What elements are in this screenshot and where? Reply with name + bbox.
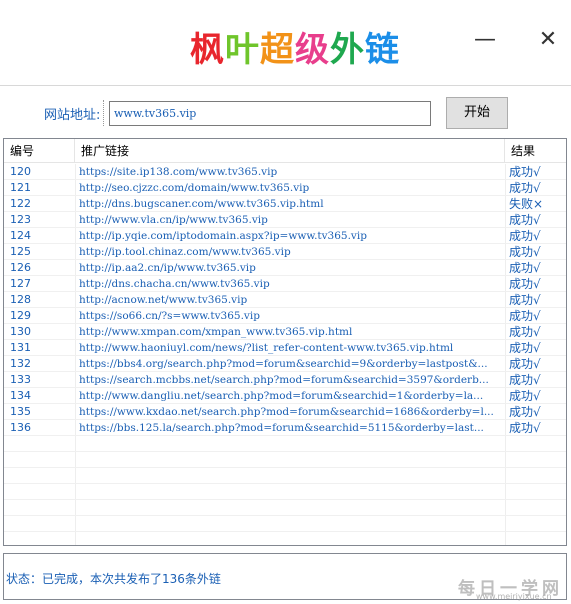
row-id: 131 bbox=[10, 341, 31, 354]
watermark-logo: 每日一学网 www.meiriyixue.cn bbox=[458, 574, 568, 601]
row-result: 成功√ bbox=[509, 309, 541, 323]
table-row[interactable]: 136 https://bbs.125.la/search.php?mod=for… bbox=[4, 420, 566, 436]
table-row[interactable]: 132 https://bbs4.org/search.php?mod=forum… bbox=[4, 356, 566, 372]
row-id: 122 bbox=[10, 197, 31, 210]
row-link: http://dns.bugscaner.com/www.tv365.vip.h… bbox=[79, 198, 324, 210]
row-link: https://www.kxdao.net/search.php?mod=for… bbox=[79, 406, 494, 418]
row-id: 120 bbox=[10, 165, 31, 178]
row-link: https://site.ip138.com/www.tv365.vip bbox=[79, 166, 278, 178]
row-id: 124 bbox=[10, 229, 31, 242]
row-id: 129 bbox=[10, 309, 31, 322]
row-id: 134 bbox=[10, 389, 31, 402]
app-title-char: 超 bbox=[260, 30, 295, 70]
row-id: 123 bbox=[10, 213, 31, 226]
empty-row bbox=[4, 436, 566, 452]
row-link: http://ip.yqie.com/iptodomain.aspx?ip=ww… bbox=[79, 230, 367, 242]
empty-row bbox=[4, 484, 566, 500]
table-row[interactable]: 127 http://dns.chacha.cn/www.tv365.vip 成功√ bbox=[4, 276, 566, 292]
table-row[interactable]: 125 http://ip.tool.chinaz.com/www.tv365.v… bbox=[4, 244, 566, 260]
row-link: http://dns.chacha.cn/www.tv365.vip bbox=[79, 278, 270, 290]
row-id: 136 bbox=[10, 421, 31, 434]
table-row[interactable]: 131 http://www.haoniuyl.com/news/?list_re… bbox=[4, 340, 566, 356]
empty-row bbox=[4, 516, 566, 532]
url-input[interactable] bbox=[109, 101, 431, 126]
watermark-url: www.meiriyixue.cn bbox=[476, 592, 552, 601]
app-title-char: 级 bbox=[295, 30, 330, 70]
row-result: 失败× bbox=[509, 197, 544, 211]
row-link: https://so66.cn/?s=www.tv365.vip bbox=[79, 310, 260, 322]
table-row[interactable]: 123 http://www.vla.cn/ip/www.tv365.vip 成功√ bbox=[4, 212, 566, 228]
table-row[interactable]: 126 http://ip.aa2.cn/ip/www.tv365.vip 成功√ bbox=[4, 260, 566, 276]
table-body: 120 https://site.ip138.com/www.tv365.vip 成… bbox=[4, 164, 566, 532]
row-result: 成功√ bbox=[509, 389, 541, 403]
row-link: https://search.mcbbs.net/search.php?mod=… bbox=[79, 374, 489, 386]
table-row[interactable]: 133 https://search.mcbbs.net/search.php?m… bbox=[4, 372, 566, 388]
row-link: http://www.xmpan.com/xmpan_www.tv365.vip… bbox=[79, 326, 353, 338]
row-result: 成功√ bbox=[509, 293, 541, 307]
row-link: http://ip.tool.chinaz.com/www.tv365.vip bbox=[79, 246, 291, 258]
row-id: 125 bbox=[10, 245, 31, 258]
app-title-char: 链 bbox=[365, 30, 400, 70]
row-link: http://www.haoniuyl.com/news/?list_refer… bbox=[79, 342, 454, 354]
row-id: 133 bbox=[10, 373, 31, 386]
row-result: 成功√ bbox=[509, 405, 541, 419]
table-row[interactable]: 135 https://www.kxdao.net/search.php?mod=… bbox=[4, 404, 566, 420]
row-id: 128 bbox=[10, 293, 31, 306]
row-result: 成功√ bbox=[509, 245, 541, 259]
empty-row bbox=[4, 500, 566, 516]
table-row[interactable]: 124 http://ip.yqie.com/iptodomain.aspx?ip… bbox=[4, 228, 566, 244]
app-title: 枫叶超级外链 bbox=[190, 22, 400, 71]
row-result: 成功√ bbox=[509, 341, 541, 355]
row-id: 126 bbox=[10, 261, 31, 274]
column-header-id[interactable]: 编号 bbox=[4, 139, 75, 163]
status-text: 状态：已完成，本次共发布了136条外链 bbox=[6, 572, 221, 586]
row-link: http://acnow.net/www.tv365.vip bbox=[79, 294, 248, 306]
table-row[interactable]: 134 http://www.dangliu.net/search.php?mod… bbox=[4, 388, 566, 404]
row-result: 成功√ bbox=[509, 229, 541, 243]
row-id: 121 bbox=[10, 181, 31, 194]
empty-row bbox=[4, 468, 566, 484]
row-link: https://bbs4.org/search.php?mod=forum&se… bbox=[79, 358, 488, 370]
table-row[interactable]: 121 http://seo.cjzzc.com/domain/www.tv365… bbox=[4, 180, 566, 196]
start-button[interactable]: 开始 bbox=[446, 97, 508, 129]
row-result: 成功√ bbox=[509, 165, 541, 179]
table-row[interactable]: 130 http://www.xmpan.com/xmpan_www.tv365.… bbox=[4, 324, 566, 340]
minimize-button[interactable]: — bbox=[470, 26, 500, 56]
row-link: https://bbs.125.la/search.php?mod=forum&… bbox=[79, 422, 484, 434]
column-header-link[interactable]: 推广链接 bbox=[75, 139, 505, 163]
table-header: 编号 推广链接 结果 bbox=[4, 139, 566, 163]
table-row[interactable]: 120 https://site.ip138.com/www.tv365.vip 成… bbox=[4, 164, 566, 180]
app-title-char: 枫 bbox=[190, 30, 225, 70]
row-result: 成功√ bbox=[509, 213, 541, 227]
row-id: 135 bbox=[10, 405, 31, 418]
table-row[interactable]: 122 http://dns.bugscaner.com/www.tv365.vi… bbox=[4, 196, 566, 212]
row-result: 成功√ bbox=[509, 373, 541, 387]
app-title-char: 外 bbox=[330, 30, 365, 70]
url-label: 网站地址: bbox=[44, 108, 101, 123]
title-bar: 枫叶超级外链 — ✕ bbox=[0, 0, 571, 86]
column-header-result[interactable]: 结果 bbox=[505, 139, 566, 163]
row-id: 132 bbox=[10, 357, 31, 370]
row-link: http://www.dangliu.net/search.php?mod=fo… bbox=[79, 390, 484, 402]
row-link: http://ip.aa2.cn/ip/www.tv365.vip bbox=[79, 262, 256, 274]
empty-row bbox=[4, 452, 566, 468]
row-result: 成功√ bbox=[509, 261, 541, 275]
row-id: 127 bbox=[10, 277, 31, 290]
row-result: 成功√ bbox=[509, 421, 541, 435]
row-link: http://www.vla.cn/ip/www.tv365.vip bbox=[79, 214, 268, 226]
row-result: 成功√ bbox=[509, 277, 541, 291]
table-row[interactable]: 129 https://so66.cn/?s=www.tv365.vip 成功√ bbox=[4, 308, 566, 324]
label-divider bbox=[103, 100, 104, 126]
row-link: http://seo.cjzzc.com/domain/www.tv365.vi… bbox=[79, 182, 310, 194]
row-result: 成功√ bbox=[509, 357, 541, 371]
row-result: 成功√ bbox=[509, 325, 541, 339]
close-button[interactable]: ✕ bbox=[533, 26, 563, 56]
table-row[interactable]: 128 http://acnow.net/www.tv365.vip 成功√ bbox=[4, 292, 566, 308]
results-table[interactable]: 编号 推广链接 结果 120 https://site.ip138.com/www… bbox=[3, 138, 567, 546]
row-id: 130 bbox=[10, 325, 31, 338]
row-result: 成功√ bbox=[509, 181, 541, 195]
app-title-char: 叶 bbox=[225, 30, 260, 70]
